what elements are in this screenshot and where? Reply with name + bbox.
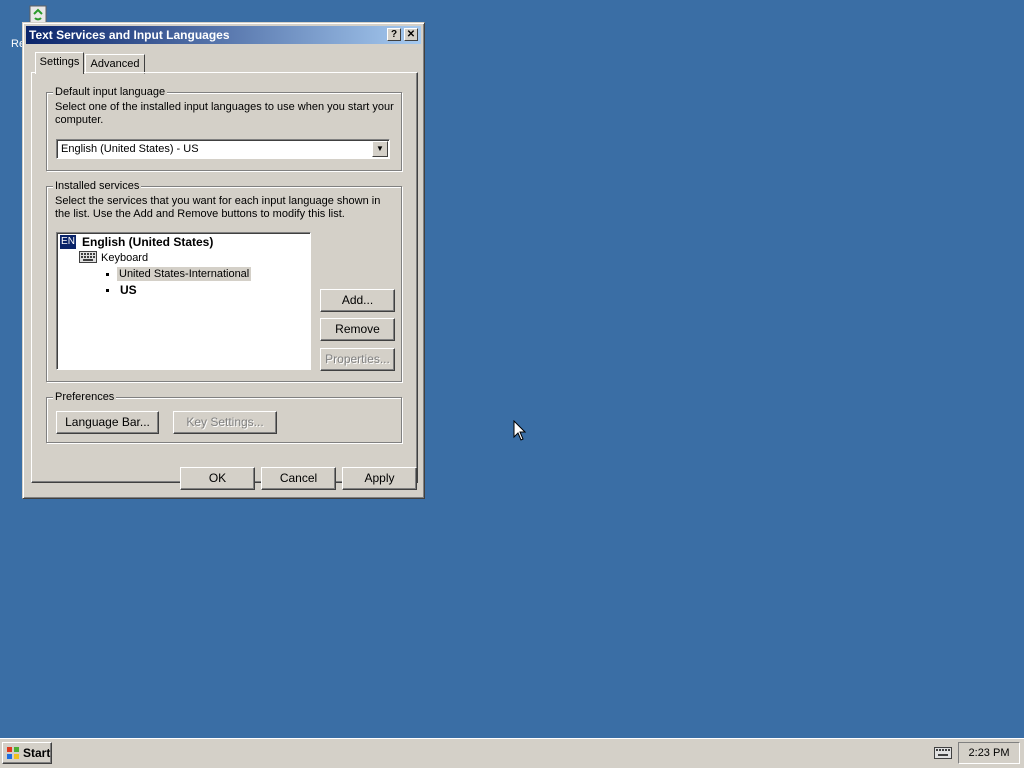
tree-node-layout-us-international[interactable]: United States-International [117, 267, 252, 281]
add-button[interactable]: Add... [320, 289, 395, 312]
tree-node-layout-us[interactable]: US [120, 283, 137, 297]
start-label: Start [23, 746, 51, 760]
windows-logo-icon [7, 747, 19, 759]
bullet-icon [106, 273, 109, 276]
preferences-legend: Preferences [53, 391, 117, 404]
default-language-value: English (United States) - US [61, 143, 199, 155]
cancel-button[interactable]: Cancel [261, 467, 336, 490]
close-button[interactable]: ✕ [404, 28, 418, 41]
key-settings-button[interactable]: Key Settings... [173, 411, 277, 434]
chevron-down-icon[interactable]: ▼ [372, 141, 388, 157]
dialog-title: Text Services and Input Languages [29, 28, 230, 42]
remove-button[interactable]: Remove [320, 318, 395, 341]
keyboard-tray-icon[interactable] [934, 747, 952, 759]
system-clock[interactable]: 2:23 PM [958, 742, 1020, 764]
apply-button[interactable]: Apply [342, 467, 417, 490]
tree-node-keyboard[interactable]: Keyboard [101, 251, 148, 265]
properties-button[interactable]: Properties... [320, 348, 395, 371]
language-badge: EN [60, 235, 76, 249]
taskbar: Start 2:23 PM [0, 738, 1024, 768]
installed-services-tree[interactable]: EN English (United States) Keyboard Unit… [56, 232, 311, 370]
default-language-description: Select one of the installed input langua… [55, 101, 394, 126]
mouse-cursor-icon [513, 420, 527, 441]
tree-node-language[interactable]: English (United States) [82, 235, 213, 249]
tab-advanced[interactable]: Advanced [85, 54, 145, 74]
tab-settings[interactable]: Settings [35, 52, 84, 74]
keyboard-icon [79, 251, 97, 263]
help-button[interactable]: ? [387, 28, 401, 41]
start-button[interactable]: Start [2, 742, 52, 764]
bullet-icon [106, 289, 109, 292]
installed-services-description: Select the services that you want for ea… [55, 195, 381, 220]
dialog-titlebar[interactable]: Text Services and Input Languages ? ✕ [26, 26, 421, 44]
ok-button[interactable]: OK [180, 467, 255, 490]
default-language-select[interactable]: English (United States) - US ▼ [56, 139, 390, 159]
installed-services-legend: Installed services [53, 180, 142, 193]
default-language-legend: Default input language [53, 86, 168, 99]
language-bar-button[interactable]: Language Bar... [56, 411, 159, 434]
